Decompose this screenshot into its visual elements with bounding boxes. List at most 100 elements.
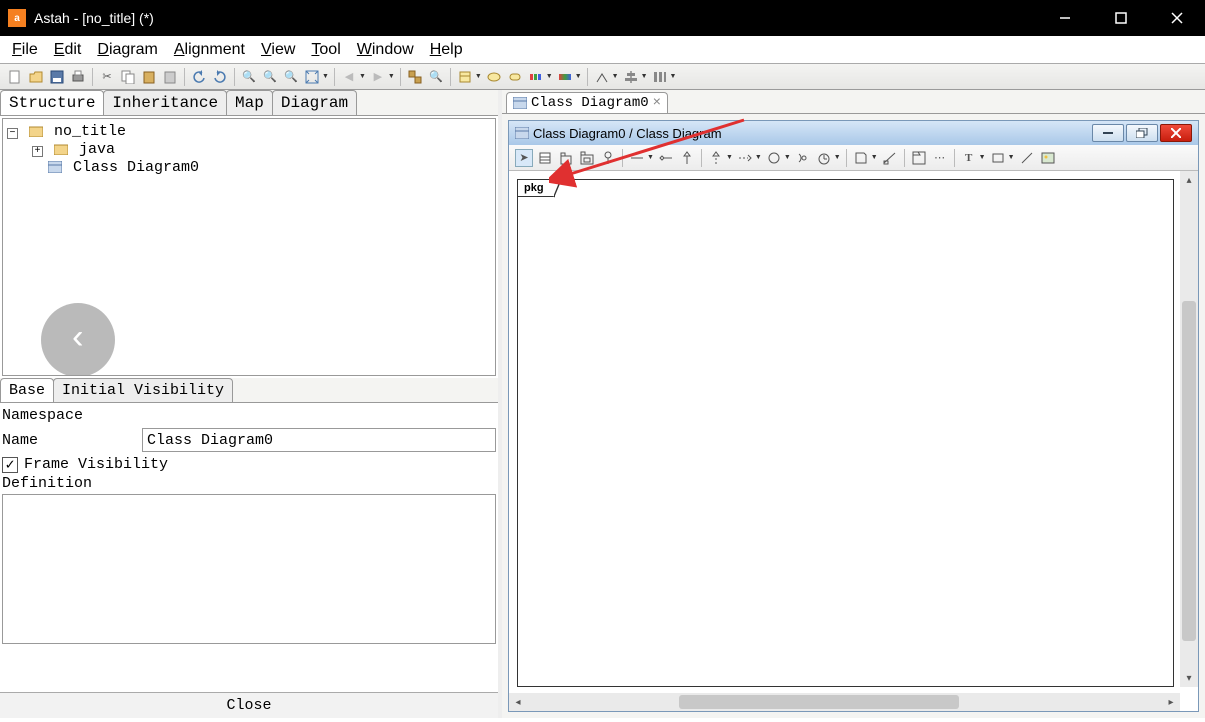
close-panel-button[interactable]: Close <box>0 692 498 718</box>
name-input[interactable] <box>142 428 496 452</box>
minimize-button[interactable] <box>1037 0 1093 36</box>
nested-package-icon[interactable] <box>578 149 596 167</box>
maximize-button[interactable] <box>1093 0 1149 36</box>
close-tab-icon[interactable]: × <box>653 95 661 111</box>
nav-back-overlay[interactable]: ‹ <box>41 303 115 376</box>
doc-tab[interactable]: Class Diagram0 × <box>506 92 668 113</box>
scroll-thumb[interactable] <box>1182 301 1196 641</box>
collapse-icon[interactable]: − <box>7 128 18 139</box>
fit-icon[interactable] <box>303 68 321 86</box>
new-class-diagram-icon[interactable] <box>456 68 474 86</box>
menu-window[interactable]: Window <box>349 39 422 61</box>
zoom-icon[interactable]: 🔍 <box>240 68 258 86</box>
scroll-thumb[interactable] <box>679 695 959 709</box>
dropdown-icon[interactable]: ▼ <box>641 73 648 80</box>
diagram-nav-icon[interactable] <box>406 68 424 86</box>
menu-diagram[interactable]: Diagram <box>89 39 165 61</box>
frame-visibility-checkbox[interactable]: ✓ <box>2 457 18 473</box>
cut-icon[interactable]: ✂ <box>98 68 116 86</box>
expand-icon[interactable]: + <box>32 146 43 157</box>
tree-item[interactable]: + java <box>7 141 491 159</box>
dropdown-icon[interactable]: ▼ <box>575 73 582 80</box>
rect-tool-icon[interactable] <box>989 149 1007 167</box>
half-circle-icon[interactable] <box>794 149 812 167</box>
nav-back-icon[interactable]: ◀ <box>340 68 358 86</box>
tree-root[interactable]: − no_title <box>7 123 491 141</box>
dropdown-icon[interactable]: ▼ <box>979 154 986 161</box>
menu-tool[interactable]: Tool <box>303 39 348 61</box>
scroll-down-icon[interactable]: ▾ <box>1180 669 1198 687</box>
new-usecase-icon[interactable] <box>485 68 503 86</box>
zoom-out-icon[interactable]: 🔍 <box>282 68 300 86</box>
dropdown-icon[interactable]: ▼ <box>726 154 733 161</box>
dropdown-icon[interactable]: ▼ <box>755 154 762 161</box>
dropdown-icon[interactable]: ▼ <box>475 73 482 80</box>
dropdown-icon[interactable]: ▼ <box>1008 154 1015 161</box>
realization-tool-icon[interactable] <box>707 149 725 167</box>
diagram-canvas[interactable]: pkg <box>517 179 1174 687</box>
align-icon[interactable] <box>622 68 640 86</box>
subwin-restore-button[interactable] <box>1126 124 1158 142</box>
vertical-scrollbar[interactable]: ▴ ▾ <box>1180 171 1198 687</box>
gradient-icon[interactable] <box>556 68 574 86</box>
nav-fwd-icon[interactable]: ▶ <box>369 68 387 86</box>
menu-file[interactable]: File <box>4 39 46 61</box>
tab-base[interactable]: Base <box>0 378 54 402</box>
definition-textarea[interactable] <box>2 494 496 644</box>
paste-special-icon[interactable] <box>161 68 179 86</box>
tab-structure[interactable]: Structure <box>0 90 104 115</box>
tree-item[interactable]: Class Diagram0 <box>7 159 491 177</box>
dropdown-icon[interactable]: ▼ <box>612 73 619 80</box>
pointer-tool-icon[interactable]: ➤ <box>515 149 533 167</box>
line-tool-icon[interactable] <box>1018 149 1036 167</box>
tab-inheritance[interactable]: Inheritance <box>103 90 227 115</box>
save-icon[interactable] <box>48 68 66 86</box>
menu-help[interactable]: Help <box>422 39 471 61</box>
text-tool-icon[interactable]: T <box>960 149 978 167</box>
dropdown-icon[interactable]: ▼ <box>834 154 841 161</box>
undo-icon[interactable] <box>190 68 208 86</box>
dropdown-icon[interactable]: ▼ <box>670 73 677 80</box>
menu-edit[interactable]: Edit <box>46 39 90 61</box>
scroll-up-icon[interactable]: ▴ <box>1180 171 1198 189</box>
interface-tool-icon[interactable] <box>599 149 617 167</box>
association-tool-icon[interactable] <box>628 149 646 167</box>
menu-alignment[interactable]: Alignment <box>166 39 253 61</box>
circle-tool-icon[interactable] <box>765 149 783 167</box>
note-tool-icon[interactable] <box>852 149 870 167</box>
menu-view[interactable]: View <box>253 39 303 61</box>
tab-map[interactable]: Map <box>226 90 273 115</box>
package-tool-icon[interactable] <box>557 149 575 167</box>
dots-icon[interactable]: ⋯ <box>931 149 949 167</box>
scroll-left-icon[interactable]: ◂ <box>509 693 527 711</box>
color-palette-icon[interactable] <box>527 68 545 86</box>
tab-diagram[interactable]: Diagram <box>272 90 357 115</box>
search-icon[interactable]: 🔍 <box>427 68 445 86</box>
anchor-tool-icon[interactable] <box>881 149 899 167</box>
copy-icon[interactable] <box>119 68 137 86</box>
new-state-icon[interactable] <box>506 68 524 86</box>
connector-icon[interactable] <box>593 68 611 86</box>
open-file-icon[interactable] <box>27 68 45 86</box>
subwindow-titlebar[interactable]: Class Diagram0 / Class Diagram <box>509 121 1198 145</box>
redo-icon[interactable] <box>211 68 229 86</box>
image-tool-icon[interactable] <box>1039 149 1057 167</box>
dropdown-icon[interactable]: ▼ <box>871 154 878 161</box>
generalization-tool-icon[interactable] <box>678 149 696 167</box>
project-tree[interactable]: − no_title + java Class Diagram0 ‹ <box>2 118 496 376</box>
dependency-tool-icon[interactable] <box>736 149 754 167</box>
zoom-in-icon[interactable]: 🔍 <box>261 68 279 86</box>
aggregation-tool-icon[interactable] <box>657 149 675 167</box>
dropdown-icon[interactable]: ▼ <box>784 154 791 161</box>
dropdown-icon[interactable]: ▼ <box>359 73 366 80</box>
dropdown-icon[interactable]: ▼ <box>546 73 553 80</box>
new-file-icon[interactable] <box>6 68 24 86</box>
frame-tool-icon[interactable] <box>910 149 928 167</box>
dropdown-icon[interactable]: ▼ <box>388 73 395 80</box>
dropdown-icon[interactable]: ▼ <box>322 73 329 80</box>
subwin-minimize-button[interactable] <box>1092 124 1124 142</box>
close-button[interactable] <box>1149 0 1205 36</box>
subwin-close-button[interactable] <box>1160 124 1192 142</box>
timer-icon[interactable] <box>815 149 833 167</box>
distribute-icon[interactable] <box>651 68 669 86</box>
